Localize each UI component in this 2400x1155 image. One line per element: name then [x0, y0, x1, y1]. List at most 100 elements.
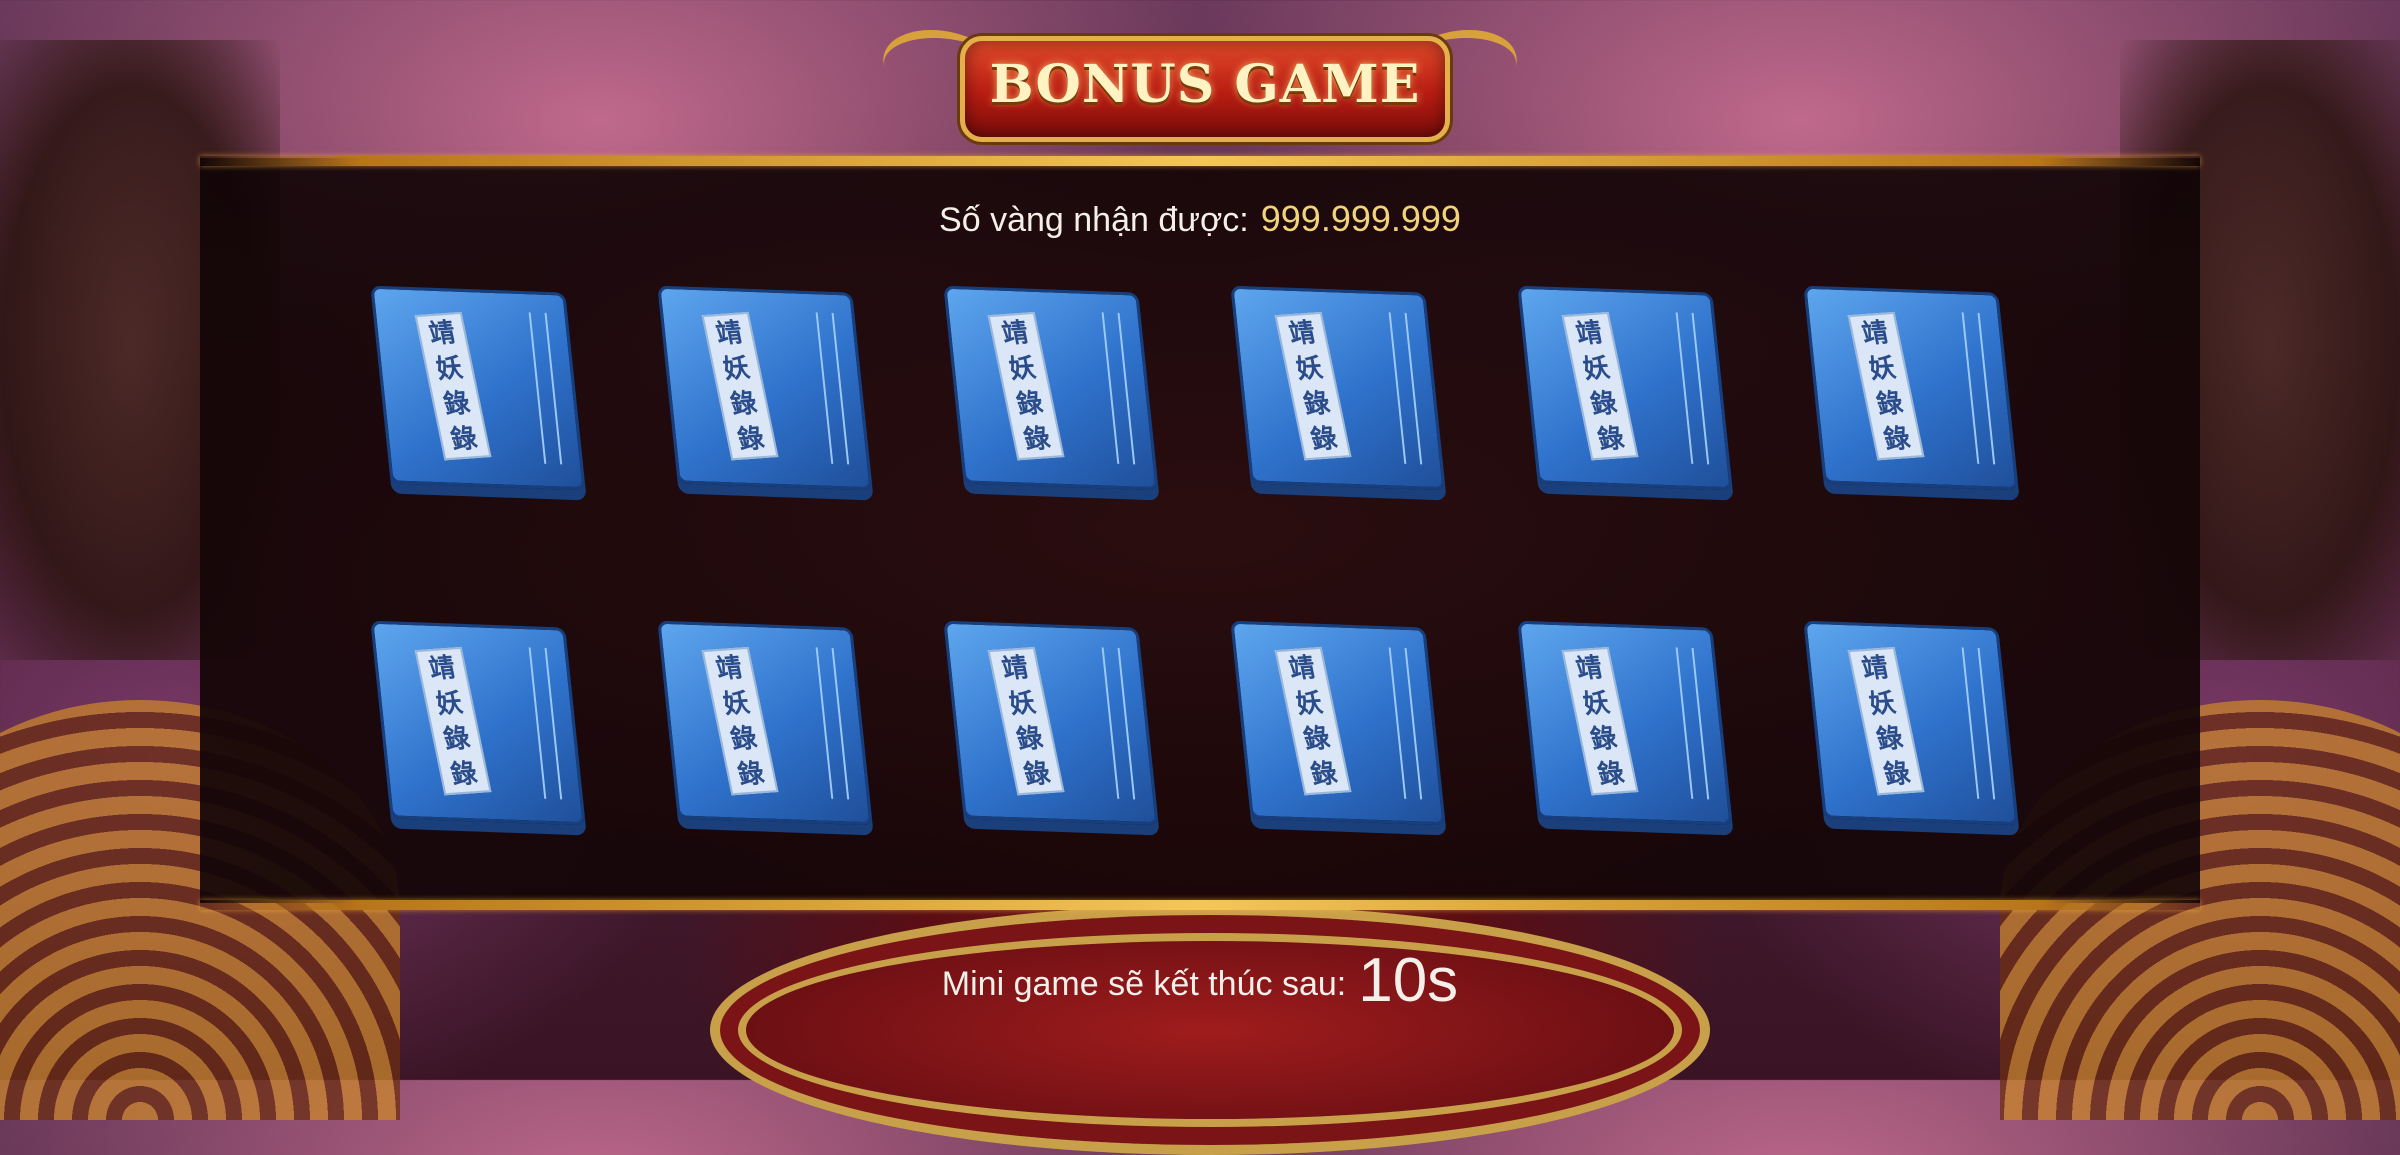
book-title-char: 錄 — [1300, 722, 1333, 755]
book-card[interactable]: 靖妖錄錄 — [1516, 620, 1733, 845]
book-card[interactable]: 靖妖錄錄 — [370, 620, 586, 845]
book-card[interactable]: 靖妖錄錄 — [1230, 285, 1446, 510]
book-title-char: 妖 — [433, 687, 466, 720]
book-title-label: 靖妖錄錄 — [1847, 311, 1925, 461]
book-title-char: 靖 — [426, 317, 458, 350]
book-title-char: 錄 — [727, 387, 760, 420]
countdown-seconds: 10s — [1358, 946, 1459, 1015]
book-title-char: 錄 — [448, 422, 480, 456]
book-binding — [528, 312, 563, 465]
title-banner: BONUS GAME — [870, 22, 1530, 142]
book-title-char: 妖 — [1866, 352, 1899, 385]
book-title-label: 靖妖錄錄 — [414, 646, 492, 796]
book-title-char: 靖 — [1859, 652, 1892, 685]
panel-bottom-border — [200, 900, 2200, 910]
reward-line: Số vàng nhận được: 999.999.999 — [0, 198, 2400, 240]
book-cover: 靖妖錄錄 — [1230, 620, 1446, 826]
book-title-char: 錄 — [1874, 387, 1906, 420]
countdown-line: Mini game sẽ kết thúc sau: 10s — [0, 945, 2400, 1016]
book-title-char: 錄 — [1021, 422, 1054, 456]
book-title-char: 錄 — [440, 722, 473, 755]
book-title-label: 靖妖錄錄 — [701, 311, 779, 461]
book-title-label: 靖妖錄錄 — [1561, 311, 1639, 461]
book-binding — [1961, 647, 1996, 800]
book-title-label: 靖妖錄錄 — [1561, 646, 1639, 796]
book-cover: 靖妖錄錄 — [370, 285, 586, 491]
book-title-char: 妖 — [1866, 687, 1899, 720]
book-title-char: 錄 — [1300, 387, 1333, 420]
book-cover: 靖妖錄錄 — [1803, 285, 2020, 491]
book-title-char: 靖 — [1572, 652, 1605, 685]
book-title-char: 靖 — [999, 317, 1032, 350]
book-title-label: 靖妖錄錄 — [987, 311, 1065, 461]
book-cover: 靖妖錄錄 — [1516, 620, 1733, 826]
book-title-char: 妖 — [1580, 352, 1612, 385]
book-title-char: 錄 — [727, 722, 760, 755]
book-title-char: 妖 — [1006, 687, 1039, 720]
book-card[interactable]: 靖妖錄錄 — [370, 285, 586, 510]
book-card[interactable]: 靖妖錄錄 — [943, 285, 1160, 510]
book-title-label: 靖妖錄錄 — [1274, 311, 1352, 461]
book-card[interactable]: 靖妖錄錄 — [943, 620, 1160, 845]
book-title-char: 錄 — [1881, 422, 1914, 456]
book-card[interactable]: 靖妖錄錄 — [1803, 620, 2020, 845]
book-card[interactable]: 靖妖錄錄 — [656, 620, 873, 845]
banner-title: BONUS GAME — [989, 53, 1421, 115]
book-cover: 靖妖錄錄 — [943, 620, 1160, 826]
book-title-char: 靖 — [712, 652, 745, 685]
book-title-label: 靖妖錄錄 — [701, 646, 779, 796]
book-title-label: 靖妖錄錄 — [1274, 646, 1352, 796]
book-title-char: 錄 — [1308, 422, 1340, 456]
book-cover: 靖妖錄錄 — [370, 620, 586, 826]
book-title-char: 妖 — [720, 352, 752, 385]
book-title-char: 錄 — [734, 422, 767, 456]
book-title-char: 靖 — [999, 652, 1032, 685]
book-binding — [1388, 647, 1423, 800]
book-binding — [1961, 312, 1996, 465]
book-card[interactable]: 靖妖錄錄 — [656, 285, 873, 510]
book-title-char: 錄 — [440, 387, 473, 420]
reward-value: 999.999.999 — [1260, 198, 1461, 239]
book-title-label: 靖妖錄錄 — [987, 646, 1065, 796]
book-title-char: 錄 — [1021, 757, 1054, 791]
book-title-char: 妖 — [1293, 352, 1326, 385]
book-title-char: 錄 — [1587, 387, 1620, 420]
book-binding — [1675, 647, 1709, 800]
book-title-char: 錄 — [1874, 722, 1906, 755]
book-title-char: 錄 — [1594, 422, 1627, 456]
book-binding — [815, 647, 849, 800]
book-card[interactable]: 靖妖錄錄 — [1516, 285, 1733, 510]
book-binding — [1101, 312, 1136, 465]
book-card[interactable]: 靖妖錄錄 — [1803, 285, 2020, 510]
book-title-char: 錄 — [1587, 722, 1620, 755]
book-binding — [528, 647, 563, 800]
book-cover: 靖妖錄錄 — [656, 285, 873, 491]
book-title-char: 靖 — [426, 652, 458, 685]
floor-seal-ornament — [710, 905, 1710, 1155]
reward-label: Số vàng nhận được: — [939, 201, 1249, 239]
book-title-char: 錄 — [1308, 757, 1340, 791]
book-cover: 靖妖錄錄 — [943, 285, 1160, 491]
book-title-char: 靖 — [1859, 317, 1892, 350]
book-binding — [1101, 647, 1136, 800]
book-title-char: 妖 — [1006, 352, 1039, 385]
book-cover: 靖妖錄錄 — [656, 620, 873, 826]
book-title-char: 錄 — [1594, 757, 1627, 791]
book-card[interactable]: 靖妖錄錄 — [1230, 620, 1446, 845]
book-title-char: 妖 — [1580, 687, 1612, 720]
book-title-char: 錄 — [734, 757, 767, 791]
book-title-char: 靖 — [712, 317, 745, 350]
book-title-char: 妖 — [1293, 687, 1326, 720]
book-title-char: 靖 — [1286, 652, 1318, 685]
panel-top-border — [200, 156, 2200, 166]
book-cover: 靖妖錄錄 — [1230, 285, 1446, 491]
book-cover: 靖妖錄錄 — [1803, 620, 2020, 826]
book-title-char: 錄 — [448, 757, 480, 791]
book-binding — [815, 312, 849, 465]
book-title-char: 靖 — [1572, 317, 1605, 350]
book-title-label: 靖妖錄錄 — [1847, 646, 1925, 796]
countdown-label: Mini game sẽ kết thúc sau: — [941, 965, 1347, 1003]
book-title-char: 錄 — [1014, 387, 1046, 420]
book-binding — [1388, 312, 1423, 465]
book-title-char: 錄 — [1014, 722, 1046, 755]
